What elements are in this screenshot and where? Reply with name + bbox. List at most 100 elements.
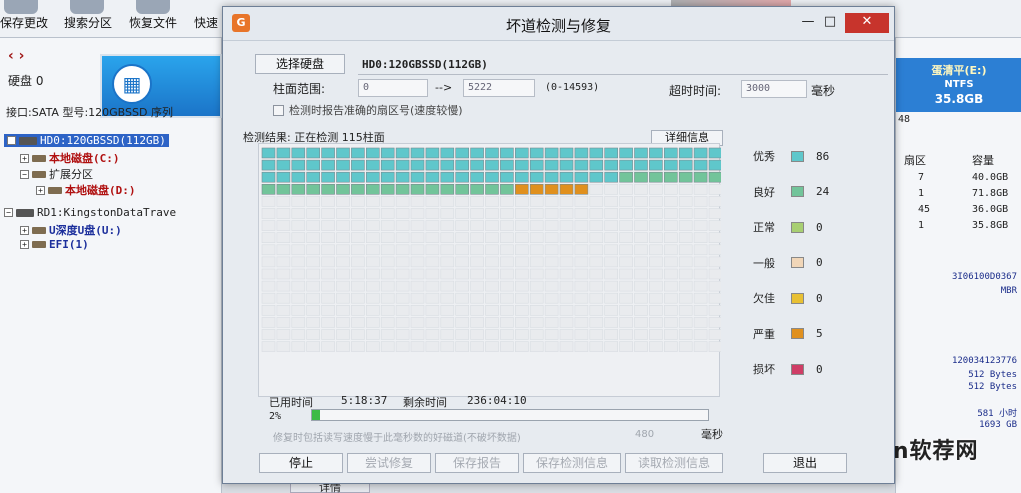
toolbar-save-changes[interactable]: 保存更改 [0, 14, 48, 31]
scanned-block [634, 171, 648, 183]
maximize-button[interactable]: □ [819, 13, 841, 33]
report-sector-option[interactable]: 检测时报告准确的扇区号(速度较慢) [273, 102, 463, 118]
pending-block [291, 317, 306, 328]
pending-block [306, 280, 321, 292]
disk-interface-info: 接口:SATA 型号:120GBSSD 序列 [6, 106, 173, 119]
pending-block [485, 292, 499, 304]
save-scan-info-button[interactable]: 保存检测信息 [523, 453, 621, 473]
remaining-time-label: 剩余时间 [403, 396, 447, 409]
pending-block [529, 341, 544, 352]
minimize-button[interactable]: — [797, 13, 819, 33]
tree-node[interactable]: − HD0:120GBSSD(112GB) [4, 134, 169, 147]
pending-block [455, 317, 469, 328]
pending-block [380, 268, 395, 280]
cylinder-max-range: (0-14593) [545, 82, 600, 93]
pending-block [485, 329, 499, 340]
tree-node-label: 本地磁盘(C:) [49, 152, 120, 165]
tree-node[interactable]: + 本地磁盘(C:) [20, 150, 120, 166]
pending-block [410, 268, 425, 280]
expander-icon[interactable]: + [20, 240, 29, 249]
pending-block [425, 317, 440, 328]
tree-node[interactable]: + EFI(1) [20, 238, 89, 251]
timeout-input[interactable]: 3000 [741, 80, 807, 98]
pending-block [425, 329, 440, 340]
expander-icon[interactable]: + [36, 185, 45, 195]
scanned-block [693, 171, 708, 183]
close-button[interactable]: ✕ [845, 13, 889, 33]
pending-block [321, 256, 335, 268]
pending-block [395, 244, 410, 256]
cylinder-to-input[interactable]: 5222 [463, 79, 535, 97]
load-scan-info-button[interactable]: 读取检测信息 [625, 453, 723, 473]
pending-block [440, 292, 455, 304]
tree-node[interactable]: + 本地磁盘(D:) [36, 182, 136, 198]
scanned-block [544, 183, 559, 195]
save-report-button[interactable]: 保存报告 [435, 453, 519, 473]
pending-block [544, 256, 559, 268]
select-disk-button[interactable]: 选择硬盘 [255, 54, 345, 74]
restore-icon[interactable] [136, 0, 170, 14]
partition-icon [32, 226, 46, 234]
tree-node[interactable]: − 扩展分区 [20, 166, 93, 182]
pending-block [500, 232, 514, 243]
report-sector-checkbox[interactable] [273, 104, 284, 116]
scanned-block [351, 183, 365, 195]
tree-node[interactable]: − RD1:KingstonDataTrave [4, 206, 176, 219]
pending-block [663, 183, 678, 195]
save-icon[interactable] [4, 0, 38, 14]
pending-block [321, 292, 335, 304]
pending-block [649, 196, 663, 207]
pending-block [336, 341, 350, 352]
toolbar-recover-files[interactable]: 恢复文件 [129, 14, 177, 31]
pending-block [529, 220, 544, 231]
nav-arrows[interactable]: ‹ › [8, 48, 24, 64]
pending-block [529, 208, 544, 219]
pending-block [693, 268, 708, 280]
pending-block [649, 208, 663, 219]
pending-block [678, 292, 693, 304]
pending-block [380, 208, 395, 219]
search-icon[interactable] [70, 0, 104, 14]
scanned-block [425, 183, 440, 195]
volume-size: 35.8GB [934, 92, 984, 106]
toolbar-search-partition[interactable]: 搜索分区 [64, 14, 112, 31]
pending-block [440, 329, 455, 340]
pending-block [649, 292, 663, 304]
scanned-block [291, 159, 306, 171]
stop-button[interactable]: 停止 [259, 453, 343, 473]
expander-icon[interactable]: − [4, 208, 13, 217]
repair-threshold-unit: 毫秒 [701, 428, 723, 441]
progress-percent: 2% [269, 411, 282, 422]
scanned-block [470, 171, 484, 183]
try-repair-button[interactable]: 尝试修复 [347, 453, 431, 473]
expander-icon[interactable]: − [20, 169, 29, 179]
pending-block [470, 341, 484, 352]
repair-threshold-label: 修复时包括读写速度慢于此毫秒数的好磁道(不破坏数据) [273, 433, 521, 444]
pending-block [410, 220, 425, 231]
pending-block [440, 268, 455, 280]
tree-node[interactable]: + U深度U盘(U:) [20, 222, 122, 238]
pending-block [306, 317, 321, 328]
scanned-block [410, 159, 425, 171]
dialog-titlebar[interactable]: G 坏道检测与修复 — □ ✕ [223, 7, 894, 41]
disk-info-value: 512 Bytes [968, 370, 1017, 380]
expander-icon[interactable]: − [7, 136, 16, 145]
cylinder-from-input[interactable]: 0 [358, 79, 428, 97]
expander-icon[interactable]: + [20, 225, 29, 235]
scanned-block [455, 147, 469, 159]
pending-block [589, 256, 604, 268]
pending-block [544, 280, 559, 292]
pending-block [380, 244, 395, 256]
volume-box[interactable]: 蛋清平(E:) NTFS 35.8GB [896, 58, 1021, 112]
pending-block [663, 256, 678, 268]
exit-button[interactable]: 退出 [763, 453, 847, 473]
expander-icon[interactable]: + [20, 153, 29, 163]
scanned-block [366, 183, 380, 195]
pending-block [649, 232, 663, 243]
pending-block [634, 208, 648, 219]
toolbar-quick[interactable]: 快速 [194, 14, 218, 31]
pending-block [306, 292, 321, 304]
hard-disk-icon [19, 136, 37, 145]
pending-block [261, 317, 276, 328]
repair-threshold-value[interactable]: 480 [635, 429, 654, 440]
